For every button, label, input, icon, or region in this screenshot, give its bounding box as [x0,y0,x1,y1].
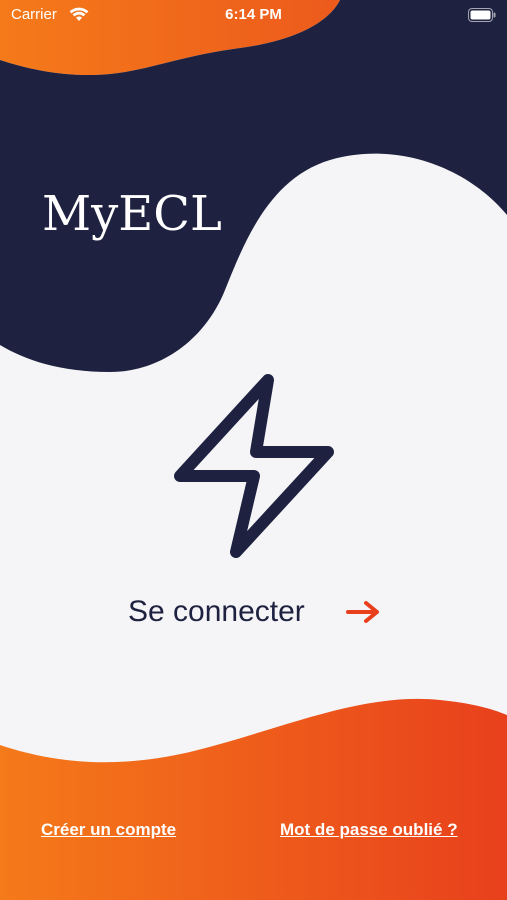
create-account-link[interactable]: Créer un compte [41,820,176,840]
bottom-orange-wave [0,698,507,900]
app-logo: MyECL [42,186,222,242]
clock-label: 6:14 PM [225,6,282,23]
login-button[interactable]: Se connecter [118,584,398,640]
status-bar: Carrier 6:14 PM [0,0,507,30]
arrow-right-icon [346,601,379,623]
login-label: Se connecter [128,595,305,628]
lightning-bolt-icon [174,374,334,558]
battery-icon [468,8,496,22]
home-indicator [185,885,322,890]
forgot-password-link[interactable]: Mot de passe oublié ? [280,820,458,840]
